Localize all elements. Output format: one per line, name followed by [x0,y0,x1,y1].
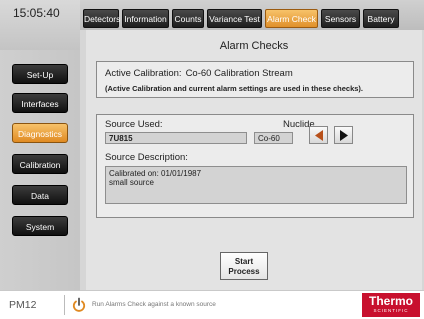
previous-source-button[interactable] [309,126,328,144]
power-icon[interactable] [72,297,86,313]
tab-strip: Detectors Information Counts Variance Te… [80,0,424,30]
tab-variance-test[interactable]: Variance Test [207,9,262,28]
tab-detectors[interactable]: Detectors [83,9,120,28]
arrow-left-icon [314,130,323,141]
start-process-button[interactable]: Start Process [220,252,268,280]
model-label: PM12 [9,299,37,311]
active-calibration-label: Active Calibration: [105,68,182,79]
nuclide-field: Co-60 [254,132,293,144]
next-source-button[interactable] [334,126,353,144]
arrow-right-icon [339,130,348,141]
active-calibration-line: Active Calibration: Co-60 Calibration Str… [105,68,297,79]
tab-alarm-check[interactable]: Alarm Check [265,9,318,28]
main-panel: Alarm Checks Active Calibration: Co-60 Ca… [86,30,422,290]
logo-main-text: Thermo [368,294,413,308]
nav-setup[interactable]: Set-Up [12,64,68,84]
source-description-label: Source Description: [105,152,188,163]
footer-divider [64,295,65,315]
tab-battery[interactable]: Battery [363,9,399,28]
source-used-field[interactable]: 7U815 [105,132,247,144]
clock-time: 15:05:40 [13,6,60,20]
source-description-field[interactable]: Calibrated on: 01/01/1987 small source [105,166,407,204]
nav-calibration[interactable]: Calibration [12,154,68,174]
nav-diagnostics[interactable]: Diagnostics [12,123,68,143]
start-process-line2: Process [228,267,260,276]
source-description-line1: Calibrated on: 01/01/1987 [109,169,202,178]
logo-sub-text: SCIENTIFIC [373,308,409,313]
source-used-label: Source Used: [105,119,163,130]
status-bar: PM12 Run Alarms Check against a known so… [0,290,424,319]
clock-area: 15:05:40 [0,0,80,50]
active-calibration-value: Co-60 Calibration Stream [185,68,293,79]
status-message: Run Alarms Check against a known source [92,301,216,308]
tab-counts[interactable]: Counts [172,9,204,28]
nav-interfaces[interactable]: Interfaces [12,93,68,113]
nav-system[interactable]: System [12,216,68,236]
start-process-line1: Start [234,257,254,266]
page-title: Alarm Checks [219,40,289,52]
tab-information[interactable]: Information [122,9,169,28]
active-calibration-box: Active Calibration: Co-60 Calibration Str… [96,61,414,98]
thermo-logo: Thermo SCIENTIFIC [362,293,420,317]
tab-sensors[interactable]: Sensors [321,9,360,28]
source-description-line2: small source [109,178,154,187]
active-calibration-note: (Active Calibration and current alarm se… [105,84,363,93]
nav-data[interactable]: Data [12,185,68,205]
left-nav: Set-Up Interfaces Diagnostics Calibratio… [0,50,80,290]
source-box: Source Used: Nuclide 7U815 Co-60 Source … [96,114,414,218]
